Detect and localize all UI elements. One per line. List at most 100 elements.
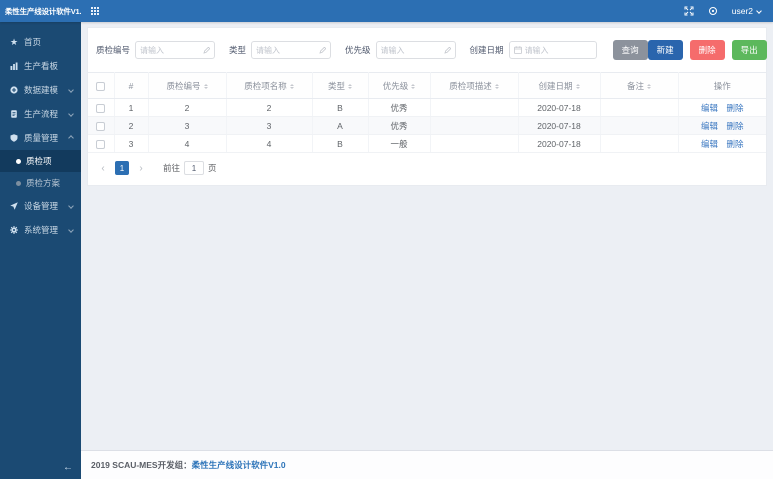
col-header-code[interactable]: 质检编号	[148, 72, 227, 99]
filter-label: 质检编号	[96, 45, 131, 55]
cell-code: 4	[148, 134, 227, 153]
cell-type: B	[312, 134, 369, 153]
edit-icon	[203, 46, 211, 54]
goto-label: 前往	[163, 163, 181, 173]
col-header-remark[interactable]: 备注	[600, 72, 679, 99]
page-unit-label: 页	[208, 163, 217, 173]
sort-icon[interactable]	[411, 83, 416, 89]
edit-link[interactable]: 编辑	[701, 121, 718, 131]
export-button[interactable]: 导出	[731, 40, 767, 60]
collapse-sidebar-button[interactable]: ←	[63, 462, 73, 473]
create-button[interactable]: 新建	[647, 40, 683, 60]
cell-seq: 1	[114, 98, 149, 117]
chevron-down-icon	[68, 227, 74, 233]
type-input[interactable]	[256, 45, 318, 55]
cell-desc	[430, 98, 519, 117]
cell-date: 2020-07-18	[518, 116, 601, 135]
sort-icon[interactable]	[203, 83, 208, 89]
sidebar-item-home[interactable]: ★ 首页	[0, 30, 81, 54]
cell-priority: 一般	[368, 134, 431, 153]
app-window: 柔性生产线设计软件V1.0 user2 ★ 首页 生产看板 数据建模 生产流程 …	[0, 0, 773, 479]
cell-remark	[600, 98, 679, 117]
sidebar-item-quality-management[interactable]: 质量管理	[0, 126, 81, 150]
col-header-priority[interactable]: 优先级	[368, 72, 431, 99]
chevron-down-icon	[68, 203, 74, 209]
footer-link[interactable]: 柔性生产线设计软件V1.0	[192, 459, 286, 471]
calendar-icon	[513, 46, 522, 54]
footer-text: 2019 SCAU-MES开发组：	[91, 460, 192, 470]
gear-icon	[8, 226, 20, 234]
row-checkbox[interactable]	[96, 103, 106, 113]
delete-link[interactable]: 删除	[726, 103, 743, 113]
table-header-row: # 质检编号 质检项名称 类型 优先级 质检项描述 创建日期 备注 操作	[88, 72, 766, 99]
filter-bar: 质检编号 类型	[88, 28, 767, 72]
avatar-icon[interactable]	[708, 6, 718, 16]
edit-link[interactable]: 编辑	[701, 103, 718, 113]
col-header-type[interactable]: 类型	[312, 72, 369, 99]
cell-desc	[430, 116, 519, 135]
delete-link[interactable]: 删除	[726, 139, 743, 149]
table-row: 3 4 4 B 一般 2020-07-18 编辑 删除	[88, 134, 766, 153]
filter-type: 类型	[229, 41, 332, 59]
menu-grid-icon[interactable]	[91, 7, 99, 15]
top-header: 柔性生产线设计软件V1.0 user2	[0, 0, 773, 22]
dot-icon	[16, 180, 21, 186]
cell-date: 2020-07-18	[518, 98, 601, 117]
prev-page-button[interactable]: ‹	[96, 161, 110, 175]
sidebar-item-data-modeling[interactable]: 数据建模	[0, 78, 81, 102]
content-card: 质检编号 类型	[87, 27, 767, 186]
edit-link[interactable]: 编辑	[701, 139, 718, 149]
filter-inspection-code: 质检编号	[96, 41, 216, 59]
goto-page-input[interactable]	[184, 161, 205, 175]
page-number-button[interactable]: 1	[115, 161, 129, 175]
sort-icon[interactable]	[647, 83, 651, 89]
star-icon: ★	[9, 36, 19, 47]
sidebar-item-production-board[interactable]: 生产看板	[0, 54, 81, 78]
row-checkbox[interactable]	[96, 121, 106, 131]
sidebar-item-production-process[interactable]: 生产流程	[0, 102, 81, 126]
sidebar-subitem-inspection-item[interactable]: 质检项	[0, 150, 81, 172]
cell-type: A	[312, 116, 369, 135]
document-icon	[8, 110, 20, 118]
col-header-seq: #	[114, 72, 149, 99]
chevron-down-icon	[756, 8, 762, 14]
col-header-date[interactable]: 创建日期	[518, 72, 601, 99]
priority-input[interactable]	[380, 45, 442, 55]
cell-code: 2	[148, 98, 227, 117]
sort-icon[interactable]	[494, 83, 499, 89]
filter-label: 优先级	[345, 45, 371, 55]
sort-icon[interactable]	[575, 83, 580, 89]
sidebar-subitem-inspection-plan[interactable]: 质检方案	[0, 172, 81, 194]
cell-priority: 优秀	[368, 116, 431, 135]
delete-button[interactable]: 删除	[689, 40, 725, 60]
search-button[interactable]: 查询	[612, 40, 648, 60]
edit-icon	[443, 46, 451, 54]
user-menu[interactable]: user2	[732, 6, 762, 16]
inspection-code-input[interactable]	[140, 45, 202, 55]
cell-name: 2	[226, 98, 313, 117]
cell-seq: 2	[114, 116, 149, 135]
sort-icon[interactable]	[348, 83, 352, 89]
row-checkbox[interactable]	[96, 139, 106, 149]
chevron-down-icon	[68, 87, 74, 93]
edit-icon	[319, 46, 327, 54]
filter-create-date: 创建日期	[470, 41, 597, 59]
shield-icon	[8, 134, 20, 142]
sidebar-item-system-management[interactable]: 系统管理	[0, 218, 81, 242]
select-all-checkbox[interactable]	[96, 81, 106, 91]
delete-link[interactable]: 删除	[726, 121, 743, 131]
cell-name: 3	[226, 116, 313, 135]
table-row: 1 2 2 B 优秀 2020-07-18 编辑 删除	[88, 98, 766, 117]
cell-desc	[430, 134, 519, 153]
sort-icon[interactable]	[289, 83, 294, 89]
col-header-name[interactable]: 质检项名称	[226, 72, 313, 99]
cell-date: 2020-07-18	[518, 134, 601, 153]
app-title: 柔性生产线设计软件V1.0	[5, 6, 81, 16]
create-date-input[interactable]	[524, 45, 592, 55]
chevron-down-icon	[68, 111, 74, 117]
col-header-desc[interactable]: 质检项描述	[430, 72, 519, 99]
sidebar-item-equipment-management[interactable]: 设备管理	[0, 194, 81, 218]
cell-type: B	[312, 98, 369, 117]
fullscreen-icon[interactable]	[684, 6, 694, 16]
next-page-button[interactable]: ›	[134, 161, 148, 175]
